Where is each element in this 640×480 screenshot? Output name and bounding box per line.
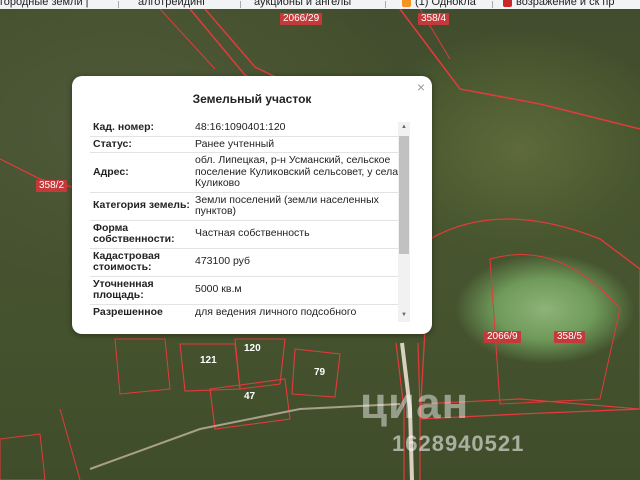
info-key: Кад. номер: bbox=[90, 120, 193, 137]
info-row: Адрес: обл. Липецкая, р-н Усманский, сель… bbox=[90, 152, 400, 193]
scrollbar[interactable]: ▲ ▼ bbox=[398, 122, 410, 322]
parcel-border bbox=[179, 343, 241, 392]
odnoklassniki-icon bbox=[402, 0, 411, 7]
scroll-down-arrow-icon[interactable]: ▼ bbox=[398, 310, 410, 320]
bookmarks-bar: городные земли | алготрейдинг аукционы и… bbox=[0, 0, 640, 9]
bookmark-label: алготрейдинг bbox=[138, 0, 207, 8]
parcel-label[interactable]: 358/2 bbox=[36, 180, 68, 192]
parcel-border bbox=[0, 433, 46, 480]
parcel-border bbox=[399, 9, 640, 130]
parcel-border bbox=[489, 254, 621, 405]
parcel-info-table: Кад. номер: 48:16:1090401:120 Статус: Ранее… bbox=[90, 120, 400, 320]
bookmark-4[interactable]: (1) Однокла bbox=[402, 0, 476, 9]
info-row: Форма собственности: Частная собственност… bbox=[90, 220, 400, 249]
bookmark-label: (1) Однокла bbox=[415, 0, 476, 8]
parcel-label[interactable]: 2066/9 bbox=[484, 331, 521, 343]
parcel-border bbox=[209, 378, 291, 430]
info-scroll-area[interactable]: Кад. номер: 48:16:1090401:120 Статус: Ранее… bbox=[90, 120, 412, 320]
info-value: Ранее учтенный bbox=[193, 136, 400, 153]
bookmark-5[interactable]: возражение и ск пр bbox=[503, 0, 615, 9]
info-key: Статус: bbox=[90, 136, 193, 153]
info-value: Частная собственность bbox=[193, 220, 400, 249]
info-row: Категория земель: Земли поселений (земли … bbox=[90, 192, 400, 221]
house-number-label: 120 bbox=[244, 343, 261, 354]
info-value: Земли поселений (земли населенных пункто… bbox=[193, 192, 400, 221]
cian-watermark: циан bbox=[360, 379, 470, 428]
info-row: Уточненная площадь: 5000 кв.м bbox=[90, 276, 400, 305]
info-row: Статус: Ранее учтенный bbox=[90, 136, 400, 153]
parcel-label[interactable]: 358/5 bbox=[554, 331, 586, 343]
info-value: 473100 руб bbox=[193, 248, 400, 277]
info-key: Уточненная площадь: bbox=[90, 276, 193, 305]
parcel-label[interactable]: 358/4 bbox=[418, 13, 450, 25]
house-number-label: 47 bbox=[244, 391, 256, 402]
info-key: Адрес: bbox=[90, 152, 193, 193]
grid-app-icon bbox=[503, 0, 512, 7]
parcel-label[interactable]: 2066/29 bbox=[280, 13, 323, 25]
bookmark-label: возражение и ск пр bbox=[516, 0, 615, 8]
bookmark-1[interactable]: городные земли | bbox=[0, 0, 89, 9]
house-number-label: 121 bbox=[200, 355, 217, 366]
listing-id-watermark: 1628940521 bbox=[392, 431, 525, 456]
house-number-label: 79 bbox=[314, 367, 326, 378]
bookmark-separator bbox=[492, 1, 493, 8]
parcel-border bbox=[159, 9, 216, 70]
info-key: Категория земель: bbox=[90, 192, 193, 221]
scrollbar-thumb[interactable] bbox=[399, 136, 409, 254]
parcel-border bbox=[114, 338, 171, 395]
info-value: обл. Липецкая, р-н Усманский, сельское п… bbox=[193, 152, 400, 193]
bookmark-label: аукционы и ангелы bbox=[254, 0, 352, 8]
info-row: Кадастровая стоимость: 473100 руб bbox=[90, 248, 400, 277]
bookmark-separator bbox=[240, 1, 241, 8]
info-row: Разрешенное для ведения личного подсобног… bbox=[90, 304, 400, 320]
parcel-info-popup: Земельный участок × Кад. номер: 48:16:109… bbox=[72, 76, 432, 334]
bookmark-separator bbox=[118, 1, 119, 8]
scroll-up-arrow-icon[interactable]: ▲ bbox=[398, 122, 410, 132]
dirt-road bbox=[89, 403, 401, 470]
info-value: 48:16:1090401:120 bbox=[193, 120, 400, 137]
parcel-border bbox=[59, 408, 81, 480]
bookmark-separator bbox=[385, 1, 386, 8]
bookmark-3[interactable]: аукционы и ангелы bbox=[254, 0, 351, 9]
info-value: 5000 кв.м bbox=[193, 276, 400, 305]
info-value: для ведения личного подсобного bbox=[193, 304, 400, 320]
popup-title: Земельный участок bbox=[192, 92, 312, 106]
info-key: Разрешенное bbox=[90, 304, 193, 320]
info-key: Кадастровая стоимость: bbox=[90, 248, 193, 277]
close-icon[interactable]: × bbox=[414, 78, 428, 96]
bookmark-label: городные земли | bbox=[0, 0, 89, 8]
bookmark-2[interactable]: алготрейдинг bbox=[138, 0, 206, 9]
info-row: Кад. номер: 48:16:1090401:120 bbox=[90, 120, 400, 137]
info-key: Форма собственности: bbox=[90, 220, 193, 249]
